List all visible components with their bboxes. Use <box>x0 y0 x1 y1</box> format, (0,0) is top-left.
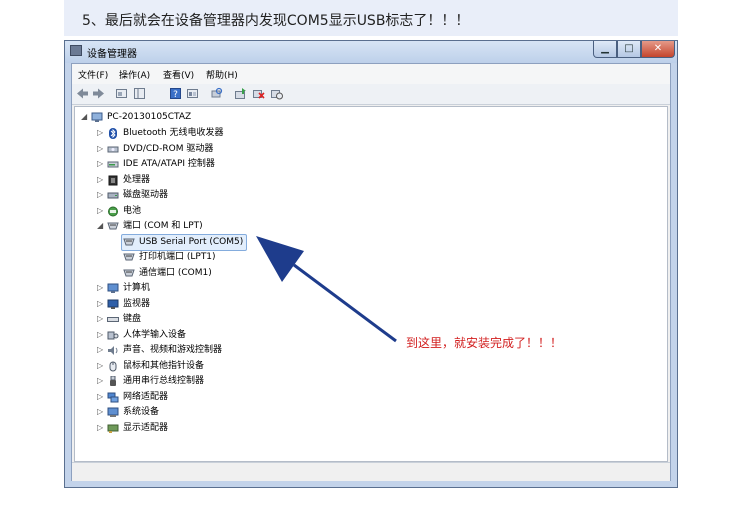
arrow-head <box>256 236 304 282</box>
annotation-arrow <box>256 236 397 343</box>
annotation-text: 到这里，就安装完成了！！！ <box>406 336 563 350</box>
arrow-shaft <box>293 263 397 343</box>
